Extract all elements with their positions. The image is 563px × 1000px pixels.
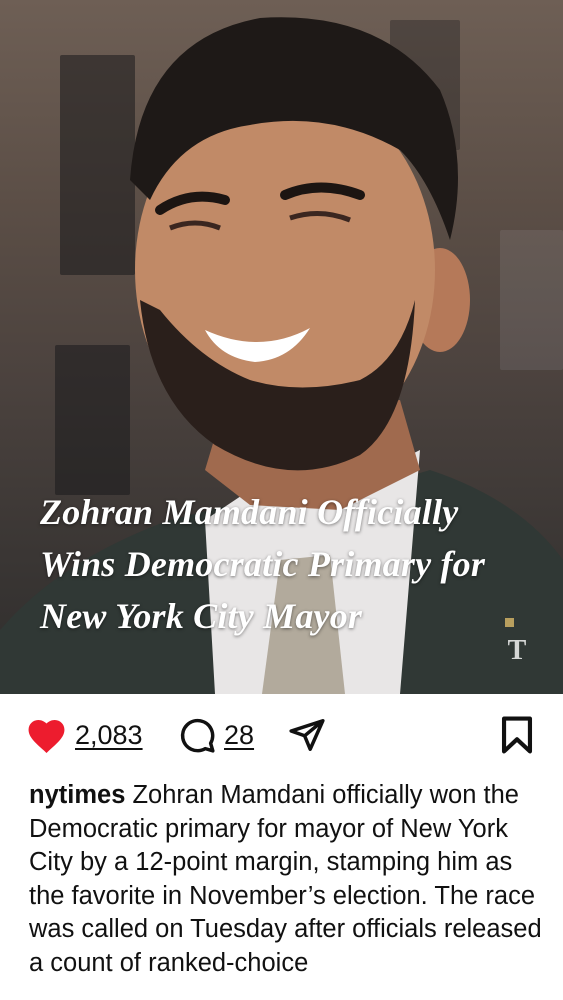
caption-text: Zohran Mamdani officially won the Democr… — [29, 781, 542, 977]
like-count[interactable]: 2,083 — [75, 720, 143, 751]
nyt-logo-watermark: T — [507, 635, 527, 666]
comment-button[interactable]: 28 — [178, 716, 254, 754]
comment-count[interactable]: 28 — [224, 720, 254, 751]
bookmark-button[interactable] — [499, 716, 535, 754]
like-button[interactable]: 2,083 — [26, 716, 143, 754]
post-image[interactable]: Zohran Mamdani Officially Wins Democrati… — [0, 0, 563, 694]
caption-username[interactable]: nytimes — [29, 781, 125, 809]
share-icon — [289, 719, 325, 751]
post-caption: nytimes Zohran Mamdani officially won th… — [29, 779, 544, 980]
comment-icon — [180, 718, 215, 753]
headline-overlay: Zohran Mamdani Officially Wins Democrati… — [40, 492, 486, 636]
heart-icon — [28, 719, 65, 753]
share-button[interactable] — [287, 716, 327, 754]
bookmark-icon — [501, 716, 533, 754]
